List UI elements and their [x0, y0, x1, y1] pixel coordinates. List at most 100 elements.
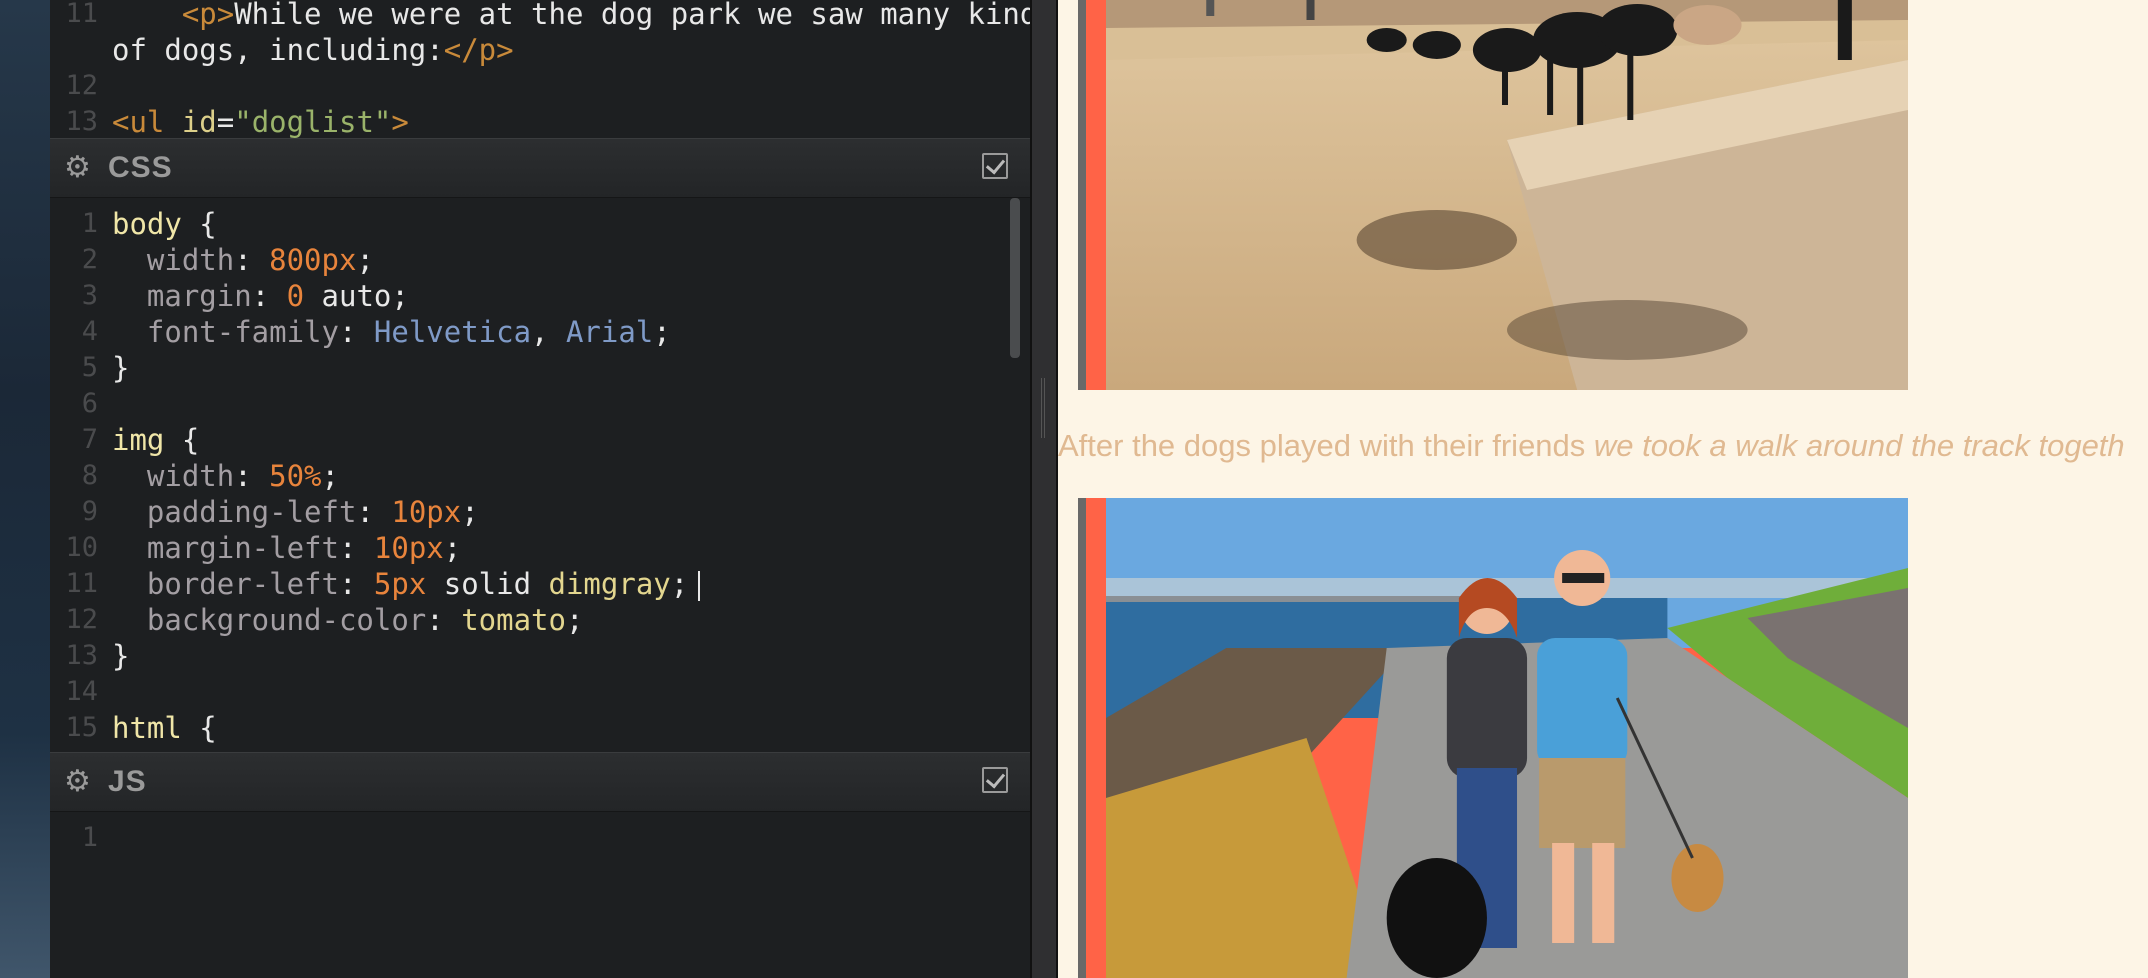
- code-text[interactable]: of dogs, including:</p>: [112, 32, 514, 68]
- code-editor: 11 <p>While we were at the dog park we s…: [50, 0, 1030, 978]
- code-token: :: [338, 315, 374, 349]
- code-line[interactable]: 14: [50, 674, 1030, 710]
- gear-icon[interactable]: ⚙: [64, 767, 94, 797]
- code-line[interactable]: 13}: [50, 638, 1030, 674]
- code-line[interactable]: 13 <ul id="doglist">: [50, 104, 1030, 138]
- css-editor-pane[interactable]: 1 body {2 width: 800px; 3 margin: 0 auto; 4…: [50, 198, 1030, 750]
- js-pane-title: JS: [108, 765, 147, 798]
- code-line[interactable]: 2 width: 800px;: [50, 242, 1030, 278]
- code-token: }: [112, 639, 130, 673]
- code-token: {: [181, 207, 217, 241]
- live-preview: After the dogs played with their friends…: [1058, 0, 2148, 978]
- code-line[interactable]: 7 img {: [50, 422, 1030, 458]
- code-text[interactable]: border-left: 5px solid dimgray;: [112, 566, 701, 602]
- code-token: Helvetica: [373, 315, 532, 349]
- code-text[interactable]: width: 800px;: [112, 242, 374, 278]
- code-token: "doglist": [234, 105, 392, 138]
- code-line[interactable]: 6: [50, 386, 1030, 422]
- code-token: While we were at the dog park we saw man…: [234, 0, 1030, 31]
- code-token: img: [112, 423, 165, 457]
- pane-divider[interactable]: [1030, 0, 1058, 978]
- caption-emphasis: we took a walk around the track togeth: [1593, 428, 2125, 463]
- code-token: ;: [321, 459, 339, 493]
- code-token: :: [338, 531, 374, 565]
- code-token: Arial: [565, 315, 654, 349]
- line-number: 4: [81, 316, 98, 347]
- line-number: 15: [65, 712, 98, 743]
- line-number: 1: [81, 822, 98, 853]
- code-line[interactable]: 1: [50, 820, 1030, 856]
- code-line[interactable]: 10 margin-left: 10px;: [50, 530, 1030, 566]
- walk-image: [1106, 498, 1908, 978]
- code-text[interactable]: background-color: tomato;: [112, 602, 584, 638]
- line-number: 9: [81, 496, 98, 527]
- code-token: <ul: [112, 105, 182, 138]
- code-line[interactable]: 11 <p>While we were at the dog park we s…: [50, 0, 1030, 32]
- code-line[interactable]: 11 border-left: 5px solid dimgray;: [50, 566, 1030, 602]
- line-number: 8: [81, 460, 98, 491]
- code-token: html: [112, 711, 182, 745]
- code-text[interactable]: <p>While we were at the dog park we saw …: [112, 0, 1030, 32]
- code-text[interactable]: margin-left: 10px;: [112, 530, 461, 566]
- code-line[interactable]: 1 body {: [50, 206, 1030, 242]
- code-token: ;: [443, 531, 462, 565]
- code-token: background-color: [112, 603, 427, 637]
- css-pane-title: CSS: [108, 151, 173, 184]
- code-line[interactable]: 5}: [50, 350, 1030, 386]
- code-token: :: [251, 279, 287, 313]
- line-number: 10: [65, 532, 98, 563]
- code-token: 10px: [373, 531, 444, 565]
- code-line[interactable]: of dogs, including:</p>: [50, 32, 1030, 68]
- code-token: font-family: [112, 315, 339, 349]
- dog-park-image: [1106, 0, 1908, 390]
- line-number: 13: [65, 640, 98, 671]
- code-token: >: [391, 105, 409, 138]
- code-line[interactable]: 9 padding-left: 10px;: [50, 494, 1030, 530]
- code-text[interactable]: padding-left: 10px;: [112, 494, 479, 530]
- html-editor-pane[interactable]: 11 <p>While we were at the dog park we s…: [50, 0, 1030, 138]
- code-line[interactable]: 15 html {: [50, 710, 1030, 746]
- code-line[interactable]: 3 margin: 0 auto;: [50, 278, 1030, 314]
- code-token: width: [112, 243, 235, 277]
- code-text[interactable]: html {: [112, 710, 217, 746]
- code-token: 50%: [269, 459, 322, 493]
- line-number: 12: [65, 70, 98, 101]
- checkbox-icon[interactable]: [982, 767, 1008, 793]
- code-token: ;: [565, 603, 584, 637]
- code-token: body: [112, 207, 182, 241]
- line-number: 5: [81, 352, 98, 383]
- code-token: </p>: [443, 33, 514, 67]
- code-token: ;: [653, 315, 671, 349]
- code-token: 800px: [269, 243, 357, 277]
- code-text[interactable]: <ul id="doglist">: [112, 104, 409, 138]
- code-token: ;: [670, 567, 689, 601]
- walk-photo: [1078, 498, 1908, 978]
- code-token: ,: [531, 315, 566, 349]
- code-token: {: [164, 423, 200, 457]
- line-number: 2: [81, 244, 98, 275]
- checkbox-icon[interactable]: [982, 153, 1008, 179]
- divider-grip-icon[interactable]: [1041, 378, 1047, 438]
- js-editor-pane[interactable]: 1: [50, 812, 1030, 978]
- code-text[interactable]: font-family: Helvetica, Arial;: [112, 314, 671, 350]
- code-text[interactable]: }: [112, 350, 129, 386]
- code-token: width: [112, 459, 235, 493]
- code-text[interactable]: body {: [112, 206, 217, 242]
- code-token: solid: [426, 567, 549, 601]
- code-text[interactable]: width: 50%;: [112, 458, 339, 494]
- caption-text: After the dogs played with their friends: [1058, 428, 1594, 463]
- code-text[interactable]: margin: 0 auto;: [112, 278, 409, 314]
- code-token: auto;: [304, 279, 409, 313]
- code-line[interactable]: 4 font-family: Helvetica, Arial;: [50, 314, 1030, 350]
- line-number: 6: [81, 388, 98, 419]
- code-token: :: [338, 567, 374, 601]
- code-token: tomato: [461, 603, 566, 637]
- code-line[interactable]: 12: [50, 68, 1030, 104]
- code-token: margin-left: [112, 531, 339, 565]
- gear-icon[interactable]: ⚙: [64, 153, 94, 183]
- code-text[interactable]: img {: [112, 422, 199, 458]
- code-line[interactable]: 8 width: 50%;: [50, 458, 1030, 494]
- text-cursor: [698, 571, 701, 601]
- code-text[interactable]: }: [112, 638, 129, 674]
- code-line[interactable]: 12 background-color: tomato;: [50, 602, 1030, 638]
